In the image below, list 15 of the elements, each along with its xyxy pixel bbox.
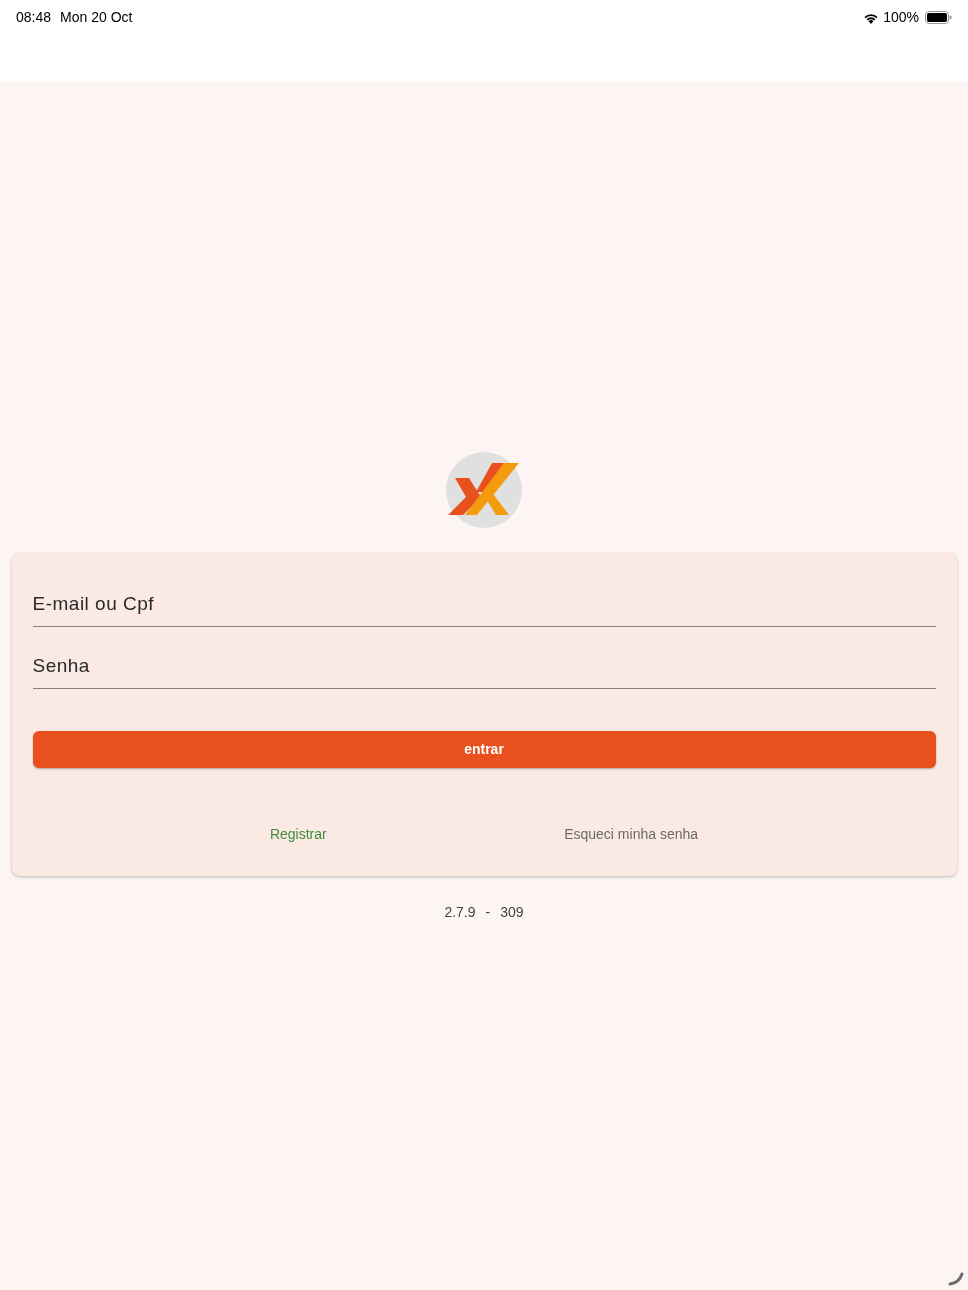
status-time: 08:48 bbox=[16, 8, 52, 27]
spinner-icon bbox=[948, 1272, 964, 1286]
input-field[interactable]: E-mail ou Cpf bbox=[32, 581, 936, 627]
build-number: 309 bbox=[500, 903, 524, 922]
version-number: 2.7.9 bbox=[444, 903, 476, 922]
version-separator: - bbox=[485, 903, 491, 922]
input-field[interactable]: Senha bbox=[32, 643, 936, 689]
battery-icon bbox=[925, 11, 952, 24]
status-date: Mon 20 Oct bbox=[60, 8, 133, 27]
battery-percentage: 100% bbox=[883, 8, 919, 27]
text-link[interactable]: Esqueci minha senha bbox=[564, 824, 699, 845]
text-link[interactable]: Registrar bbox=[269, 824, 327, 845]
x-logo-icon bbox=[446, 452, 522, 528]
wifi-icon bbox=[863, 11, 880, 24]
submit-button[interactable]: entrar bbox=[32, 731, 936, 768]
